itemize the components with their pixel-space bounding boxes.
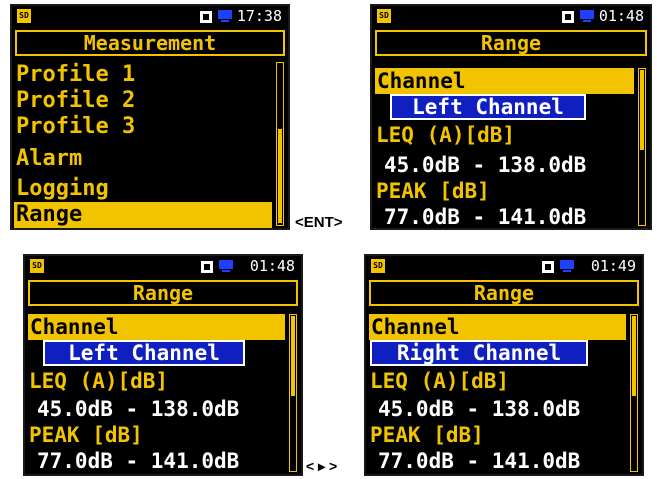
leq-range-value: 45.0dB - 138.0dB bbox=[378, 397, 581, 421]
status-bar: SD 01:49 bbox=[366, 256, 642, 278]
scrollbar[interactable] bbox=[638, 68, 646, 226]
channel-label[interactable]: Channel bbox=[375, 68, 634, 94]
peak-range-value: 77.0dB - 141.0dB bbox=[384, 205, 587, 229]
range-screen-3: SD 01:49 Range Channel Right Channel LEQ… bbox=[364, 254, 644, 476]
monitor-icon bbox=[219, 260, 233, 272]
range-screen-2: SD 01:48 Range Channel Left Channel LEQ … bbox=[23, 254, 303, 476]
square-icon bbox=[562, 11, 574, 23]
measurement-screen: SD 17:38 Measurement Profile 1 Profile 2… bbox=[10, 4, 290, 230]
scrollbar[interactable] bbox=[630, 314, 638, 472]
scrollbar[interactable] bbox=[289, 314, 297, 472]
monitor-icon bbox=[580, 10, 594, 22]
scrollbar-thumb[interactable] bbox=[632, 316, 636, 396]
range-screen-1: SD 01:48 Range Channel Left Channel LEQ … bbox=[370, 4, 652, 230]
menu-item-profile-3[interactable]: Profile 3 bbox=[16, 114, 135, 140]
screen-title: Measurement bbox=[15, 30, 285, 56]
enter-key-label: <ENT> bbox=[295, 214, 343, 231]
sd-card-icon: SD bbox=[30, 259, 44, 273]
leq-label: LEQ (A)[dB] bbox=[370, 369, 510, 393]
menu-item-profile-1[interactable]: Profile 1 bbox=[16, 62, 135, 88]
channel-value[interactable]: Left Channel bbox=[390, 94, 586, 120]
clock: 01:48 bbox=[249, 257, 295, 275]
peak-label: PEAK [dB] bbox=[29, 423, 143, 447]
channel-value[interactable]: Right Channel bbox=[370, 340, 588, 366]
scrollbar-thumb[interactable] bbox=[640, 70, 644, 150]
monitor-icon bbox=[560, 260, 574, 272]
leq-label: LEQ (A)[dB] bbox=[29, 369, 169, 393]
menu-item-range[interactable]: Range bbox=[14, 202, 272, 228]
sd-card-icon: SD bbox=[371, 259, 385, 273]
leq-label: LEQ (A)[dB] bbox=[376, 123, 516, 147]
menu-item-profile-2[interactable]: Profile 2 bbox=[16, 88, 135, 114]
channel-label[interactable]: Channel bbox=[369, 314, 626, 340]
square-icon bbox=[542, 261, 554, 273]
sd-card-icon: SD bbox=[17, 9, 31, 23]
leq-range-value: 45.0dB - 138.0dB bbox=[37, 397, 240, 421]
square-icon bbox=[200, 11, 212, 23]
status-bar: SD 17:38 bbox=[12, 6, 288, 28]
peak-label: PEAK [dB] bbox=[376, 179, 490, 203]
monitor-icon bbox=[218, 10, 232, 22]
scrollbar-thumb[interactable] bbox=[291, 316, 295, 396]
channel-label[interactable]: Channel bbox=[28, 314, 285, 340]
channel-value[interactable]: Left Channel bbox=[43, 340, 245, 366]
menu-item-logging[interactable]: Logging bbox=[16, 176, 109, 202]
status-bar: SD 01:48 bbox=[372, 6, 650, 28]
scrollbar-thumb[interactable] bbox=[278, 129, 282, 223]
menu-item-alarm[interactable]: Alarm bbox=[16, 146, 82, 172]
status-bar: SD 01:48 bbox=[25, 256, 301, 278]
sd-card-icon: SD bbox=[377, 9, 391, 23]
screen-title: Range bbox=[369, 280, 639, 306]
clock: 01:49 bbox=[590, 257, 636, 275]
peak-range-value: 77.0dB - 141.0dB bbox=[378, 449, 581, 473]
leq-range-value: 45.0dB - 138.0dB bbox=[384, 153, 587, 177]
clock: 01:48 bbox=[598, 7, 644, 25]
screen-title: Range bbox=[375, 30, 647, 56]
clock: 17:38 bbox=[236, 7, 282, 25]
peak-label: PEAK [dB] bbox=[370, 423, 484, 447]
left-right-keys-label: < ▸ > bbox=[306, 458, 338, 474]
scrollbar[interactable] bbox=[276, 62, 284, 226]
screen-title: Range bbox=[28, 280, 298, 306]
peak-range-value: 77.0dB - 141.0dB bbox=[37, 449, 240, 473]
square-icon bbox=[201, 261, 213, 273]
